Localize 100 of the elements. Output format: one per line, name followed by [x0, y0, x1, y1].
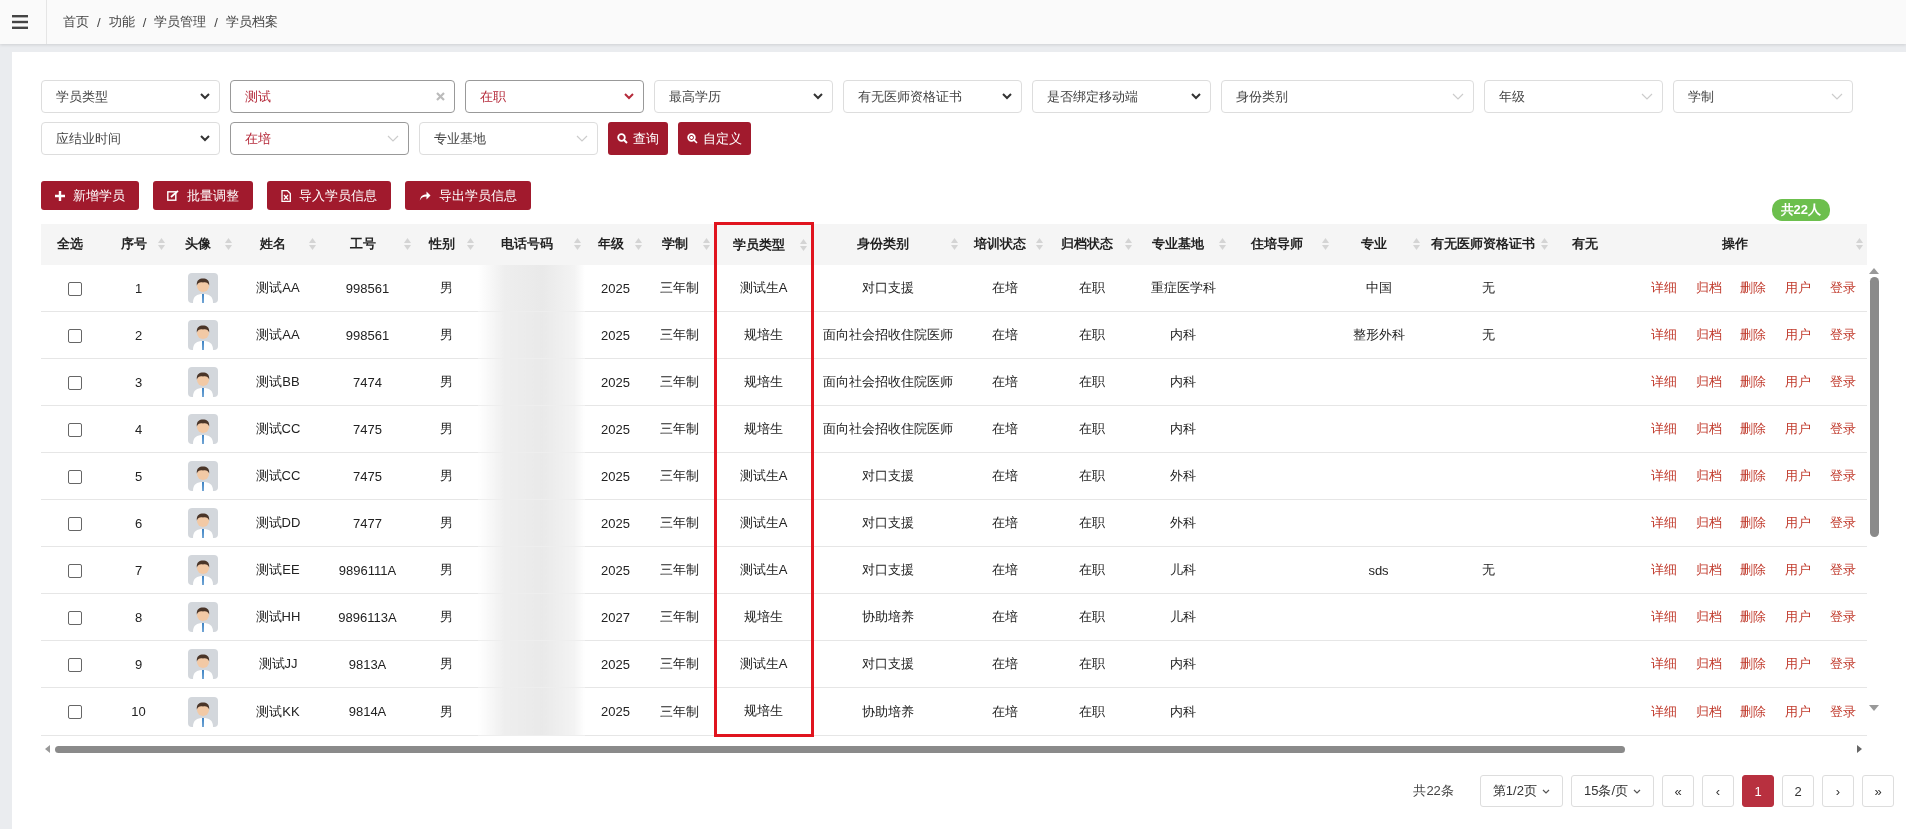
- action-link[interactable]: 归档: [1695, 514, 1722, 532]
- action-link[interactable]: 归档: [1695, 279, 1722, 297]
- export-button[interactable]: 导出学员信息: [405, 181, 531, 210]
- action-link[interactable]: 详细: [1651, 279, 1678, 297]
- breadcrumb-item[interactable]: 功能: [108, 13, 135, 31]
- filter-select[interactable]: 在职: [465, 80, 644, 113]
- page-size-select[interactable]: 15条/页: [1570, 775, 1654, 807]
- sort-icon[interactable]: [574, 237, 581, 250]
- scroll-down-icon[interactable]: [1869, 705, 1879, 711]
- import-button[interactable]: 导入学员信息: [267, 181, 391, 210]
- filter-select[interactable]: 学制: [1673, 80, 1853, 113]
- row-checkbox[interactable]: [67, 657, 82, 672]
- row-checkbox[interactable]: [67, 563, 82, 578]
- previous-page-button[interactable]: ‹: [1702, 775, 1734, 807]
- page-button[interactable]: 2: [1782, 775, 1814, 807]
- action-link[interactable]: 用户: [1785, 655, 1812, 673]
- action-link[interactable]: 详细: [1651, 373, 1678, 391]
- action-link[interactable]: 详细: [1651, 514, 1678, 532]
- action-link[interactable]: 用户: [1785, 373, 1812, 391]
- column-header[interactable]: 培训状态: [962, 223, 1047, 265]
- sort-icon[interactable]: [1413, 237, 1420, 250]
- action-link[interactable]: 用户: [1785, 326, 1812, 344]
- action-link[interactable]: 登录: [1829, 420, 1856, 438]
- action-link[interactable]: 详细: [1651, 608, 1678, 626]
- column-header[interactable]: 归档状态: [1047, 223, 1136, 265]
- search-field[interactable]: 测试: [230, 80, 455, 113]
- action-link[interactable]: 删除: [1740, 420, 1767, 438]
- column-header[interactable]: 序号: [108, 223, 169, 265]
- column-header[interactable]: 学员类型: [715, 223, 812, 265]
- column-header[interactable]: 头像: [169, 223, 236, 265]
- sort-icon[interactable]: [1541, 237, 1548, 250]
- sort-icon[interactable]: [799, 239, 807, 251]
- action-link[interactable]: 详细: [1651, 655, 1678, 673]
- action-link[interactable]: 用户: [1785, 279, 1812, 297]
- sort-icon[interactable]: [635, 237, 642, 250]
- sort-icon[interactable]: [1036, 237, 1043, 250]
- action-link[interactable]: 归档: [1695, 467, 1722, 485]
- menu-icon[interactable]: [12, 15, 28, 29]
- action-link[interactable]: 登录: [1829, 326, 1856, 344]
- edit-button[interactable]: 批量调整: [153, 181, 253, 210]
- filter-select[interactable]: 在培: [230, 122, 409, 155]
- column-header[interactable]: 姓名: [236, 223, 320, 265]
- column-header[interactable]: 学制: [646, 223, 715, 265]
- column-header[interactable]: 住培导师: [1230, 223, 1333, 265]
- row-checkbox[interactable]: [67, 328, 82, 343]
- sort-icon[interactable]: [1856, 237, 1863, 250]
- column-header[interactable]: 性别: [415, 223, 478, 265]
- vertical-scrollbar[interactable]: [1868, 268, 1880, 711]
- sort-icon[interactable]: [158, 237, 165, 250]
- action-link[interactable]: 归档: [1695, 561, 1722, 579]
- sort-icon[interactable]: [309, 237, 316, 250]
- sort-icon[interactable]: [1125, 237, 1132, 250]
- action-link[interactable]: 归档: [1695, 655, 1722, 673]
- last-page-button[interactable]: »: [1862, 775, 1894, 807]
- action-link[interactable]: 用户: [1785, 702, 1812, 721]
- column-header[interactable]: 电话号码: [478, 223, 585, 265]
- action-link[interactable]: 归档: [1695, 608, 1722, 626]
- action-link[interactable]: 用户: [1785, 420, 1812, 438]
- action-link[interactable]: 用户: [1785, 467, 1812, 485]
- action-link[interactable]: 登录: [1829, 702, 1856, 721]
- row-checkbox[interactable]: [67, 516, 82, 531]
- action-link[interactable]: 归档: [1695, 326, 1722, 344]
- action-link[interactable]: 详细: [1651, 326, 1678, 344]
- action-link[interactable]: 详细: [1651, 702, 1678, 721]
- action-link[interactable]: 登录: [1829, 279, 1856, 297]
- page-button[interactable]: 1: [1742, 775, 1774, 807]
- action-link[interactable]: 归档: [1695, 420, 1722, 438]
- filter-select[interactable]: 身份类别: [1221, 80, 1474, 113]
- sort-icon[interactable]: [702, 237, 710, 250]
- row-checkbox[interactable]: [67, 610, 82, 625]
- action-link[interactable]: 登录: [1829, 514, 1856, 532]
- row-checkbox[interactable]: [67, 469, 82, 484]
- action-link[interactable]: 删除: [1740, 702, 1767, 721]
- filter-select[interactable]: 学员类型: [41, 80, 220, 113]
- first-page-button[interactable]: «: [1662, 775, 1694, 807]
- scroll-right-icon[interactable]: [1856, 745, 1862, 753]
- filter-select[interactable]: 是否绑定移动端: [1032, 80, 1211, 113]
- row-checkbox[interactable]: [67, 422, 82, 437]
- action-link[interactable]: 删除: [1740, 561, 1767, 579]
- action-link[interactable]: 登录: [1829, 561, 1856, 579]
- action-link[interactable]: 删除: [1740, 326, 1767, 344]
- action-link[interactable]: 登录: [1829, 373, 1856, 391]
- page-select[interactable]: 第1/2页: [1479, 775, 1563, 807]
- filter-select[interactable]: 专业基地: [419, 122, 598, 155]
- add-button[interactable]: 新增学员: [41, 181, 139, 210]
- action-link[interactable]: 登录: [1829, 467, 1856, 485]
- action-link[interactable]: 删除: [1740, 655, 1767, 673]
- action-link[interactable]: 详细: [1651, 467, 1678, 485]
- action-link[interactable]: 登录: [1829, 608, 1856, 626]
- action-link[interactable]: 删除: [1740, 373, 1767, 391]
- customize-button[interactable]: 自定义: [678, 122, 751, 155]
- sort-icon[interactable]: [1322, 237, 1329, 250]
- scroll-up-icon[interactable]: [1869, 268, 1879, 274]
- action-link[interactable]: 删除: [1740, 608, 1767, 626]
- sort-icon[interactable]: [951, 237, 958, 250]
- breadcrumb-item[interactable]: 首页: [63, 13, 89, 31]
- action-link[interactable]: 用户: [1785, 561, 1812, 579]
- action-link[interactable]: 用户: [1785, 608, 1812, 626]
- action-link[interactable]: 详细: [1651, 561, 1678, 579]
- filter-select[interactable]: 应结业时间: [41, 122, 220, 155]
